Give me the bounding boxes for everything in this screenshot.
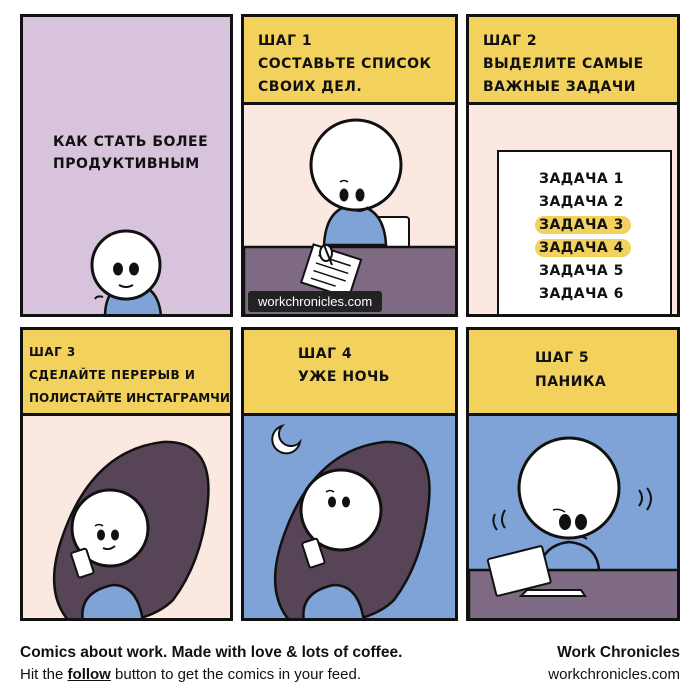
task-item-3: ЗАДАЧА 3 [539, 217, 624, 233]
watermark-link[interactable]: workchronicles.com [248, 291, 383, 312]
task-item-1: ЗАДАЧА 1 [539, 171, 624, 187]
task-item-2: ЗАДАЧА 2 [539, 194, 624, 210]
panel-step-4: ШАГ 4 УЖЕ НОЧЬ [241, 327, 458, 621]
footer-info: Comics about work. Made with love & lots… [20, 642, 402, 686]
brand-site[interactable]: workchronicles.com [548, 664, 680, 686]
task-item-4: ЗАДАЧА 4 [539, 240, 624, 256]
step-5-scene [469, 436, 677, 618]
step-4-scene [271, 423, 431, 618]
task-item-5: ЗАДАЧА 5 [539, 263, 624, 279]
panel-step-2: ШАГ 2 ВЫДЕЛИТЕ САМЫЕ ВАЖНЫЕ ЗАДАЧИ ЗАДАЧ… [466, 14, 680, 317]
footer-brand: Work Chronicles workchronicles.com [548, 642, 680, 686]
panel-step-1: ШАГ 1 СОСТАВЬТЕ СПИСОК СВОИХ ДЕЛ. [241, 14, 458, 317]
brand-name: Work Chronicles [557, 644, 680, 661]
panel-intro: КАК СТАТЬ БОЛЕЕ ПРОДУКТИВНЫМ [20, 14, 233, 317]
task-item-6: ЗАДАЧА 6 [539, 286, 624, 302]
intro-character [90, 229, 162, 314]
hint-suffix: button to get the comics in your feed. [110, 666, 362, 683]
footer-hint: Hit the follow button to get the comics … [20, 664, 402, 686]
step-3-scene [52, 440, 210, 618]
panel-step-5: ШАГ 5 ПАНИКА [466, 327, 680, 621]
step-2-line-1: ВЫДЕЛИТЕ САМЫЕ [483, 56, 644, 72]
step-2-label: ШАГ 2 [483, 33, 538, 49]
moon-icon [271, 423, 302, 455]
follow-link[interactable]: follow [68, 666, 111, 683]
step-2-line-2: ВАЖНЫЕ ЗАДАЧИ [483, 79, 636, 95]
footer-tagline: Comics about work. Made with love & lots… [20, 644, 403, 661]
step-1-scene [244, 118, 455, 314]
panel-step-3: ШАГ 3 СДЕЛАЙТЕ ПЕРЕРЫВ И ПОЛИСТАЙТЕ ИНСТ… [20, 327, 233, 621]
hint-prefix: Hit the [20, 666, 68, 683]
